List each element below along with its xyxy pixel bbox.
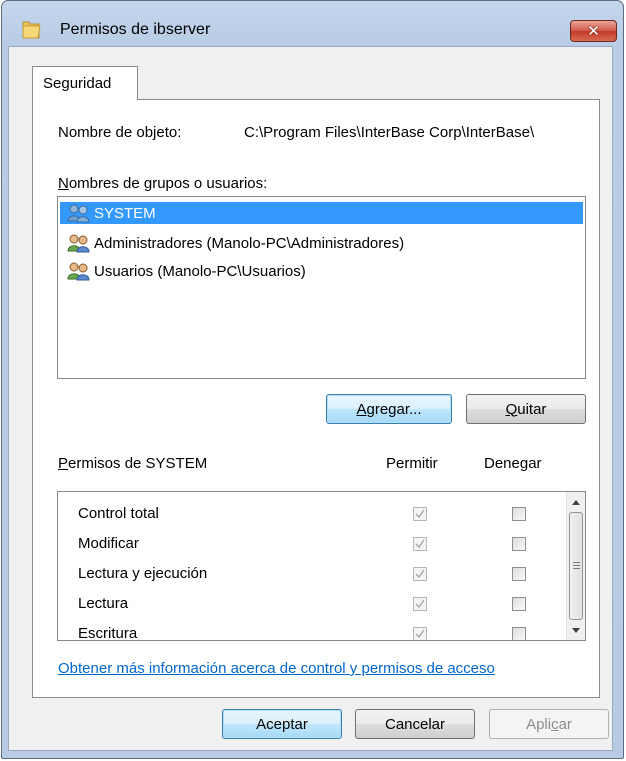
list-item[interactable]: Usuarios (Manolo-PC\Usuarios) bbox=[60, 260, 583, 282]
apply-button-label-end: ar bbox=[558, 715, 572, 733]
users-icon bbox=[67, 204, 90, 223]
deny-checkbox[interactable] bbox=[512, 627, 526, 640]
remove-button-label: uitar bbox=[517, 400, 547, 418]
arrow-down-icon bbox=[572, 627, 580, 633]
arrow-up-icon bbox=[572, 499, 580, 505]
scroll-up-arrow[interactable] bbox=[569, 493, 583, 511]
permissions-title-accesskey: P bbox=[58, 455, 69, 472]
apply-button-label-start: Apli bbox=[526, 715, 552, 733]
close-button[interactable]: ✕ bbox=[570, 20, 617, 42]
add-button-accesskey: A bbox=[356, 400, 367, 418]
permission-name: Lectura bbox=[78, 595, 129, 612]
permission-row: Control total bbox=[58, 499, 563, 529]
deny-column-header: Denegar bbox=[484, 455, 542, 472]
apply-button[interactable]: Apli c ar bbox=[489, 709, 609, 739]
ok-button[interactable]: Aceptar bbox=[222, 709, 342, 739]
add-button-label: gregar... bbox=[366, 400, 422, 418]
object-name-label: Nombre de objeto: bbox=[58, 124, 182, 141]
allow-checkbox[interactable] bbox=[413, 567, 427, 581]
permission-name: Lectura y ejecución bbox=[78, 565, 208, 582]
permissions-title: Permisos de SYSTEM bbox=[58, 455, 207, 472]
check-icon bbox=[415, 569, 425, 579]
help-link[interactable]: Obtener más información acerca de contro… bbox=[58, 660, 495, 677]
permissions-title-rest: ermisos de SYSTEM bbox=[68, 455, 208, 472]
remove-button[interactable]: Quitar bbox=[466, 394, 586, 424]
allow-checkbox[interactable] bbox=[413, 537, 427, 551]
title-bar[interactable]: Permisos de ibserver ✕ bbox=[2, 1, 623, 42]
groups-label-accesskey: N bbox=[58, 175, 69, 192]
allow-column-header: Permitir bbox=[386, 455, 438, 472]
permission-row: Lectura bbox=[58, 589, 563, 619]
list-item[interactable]: Administradores (Manolo-PC\Administrador… bbox=[60, 232, 583, 254]
list-item-label: Administradores (Manolo-PC\Administrador… bbox=[94, 234, 405, 252]
groups-label-rest: ombres de grupos o usuarios: bbox=[68, 175, 268, 192]
permission-row: Modificar bbox=[58, 529, 563, 559]
users-icon bbox=[67, 234, 90, 253]
add-button[interactable]: Agregar... bbox=[326, 394, 452, 424]
window-title: Permisos de ibserver bbox=[60, 21, 211, 38]
permissions-list: Control total Modificar Lectura y ejecuc… bbox=[57, 491, 586, 641]
close-icon: ✕ bbox=[587, 22, 600, 40]
permission-name: Control total bbox=[78, 505, 159, 522]
users-icon bbox=[67, 262, 90, 281]
scroll-thumb[interactable] bbox=[569, 512, 583, 620]
permissions-scrollbar[interactable] bbox=[566, 492, 585, 640]
allow-checkbox[interactable] bbox=[413, 507, 427, 521]
check-icon bbox=[415, 599, 425, 609]
check-icon bbox=[415, 629, 425, 639]
remove-button-accesskey: Q bbox=[505, 400, 518, 418]
deny-checkbox[interactable] bbox=[512, 597, 526, 611]
groups-listbox[interactable]: SYSTEM Administradores (Manolo-PC\Admini… bbox=[57, 196, 586, 379]
list-item[interactable]: SYSTEM bbox=[60, 202, 583, 224]
tab-seguridad[interactable]: Seguridad bbox=[32, 66, 138, 100]
check-icon bbox=[415, 509, 425, 519]
folder-icon bbox=[22, 21, 41, 39]
permission-row: Lectura y ejecución bbox=[58, 559, 563, 589]
deny-checkbox[interactable] bbox=[512, 567, 526, 581]
permission-name: Modificar bbox=[78, 535, 139, 552]
allow-checkbox[interactable] bbox=[413, 597, 427, 611]
object-name-value: C:\Program Files\InterBase Corp\InterBas… bbox=[244, 124, 535, 141]
groups-label: Nombres de grupos o usuarios: bbox=[58, 175, 267, 192]
cancel-button[interactable]: Cancelar bbox=[355, 709, 475, 739]
list-item-label: Usuarios (Manolo-PC\Usuarios) bbox=[94, 262, 306, 280]
apply-button-accesskey: c bbox=[551, 715, 559, 733]
check-icon bbox=[415, 539, 425, 549]
permission-name: Escritura bbox=[78, 625, 138, 641]
permission-row: Escritura bbox=[58, 619, 563, 641]
list-item-label: SYSTEM bbox=[94, 204, 156, 222]
allow-checkbox[interactable] bbox=[413, 627, 427, 640]
deny-checkbox[interactable] bbox=[512, 537, 526, 551]
deny-checkbox[interactable] bbox=[512, 507, 526, 521]
scroll-down-arrow[interactable] bbox=[569, 621, 583, 639]
